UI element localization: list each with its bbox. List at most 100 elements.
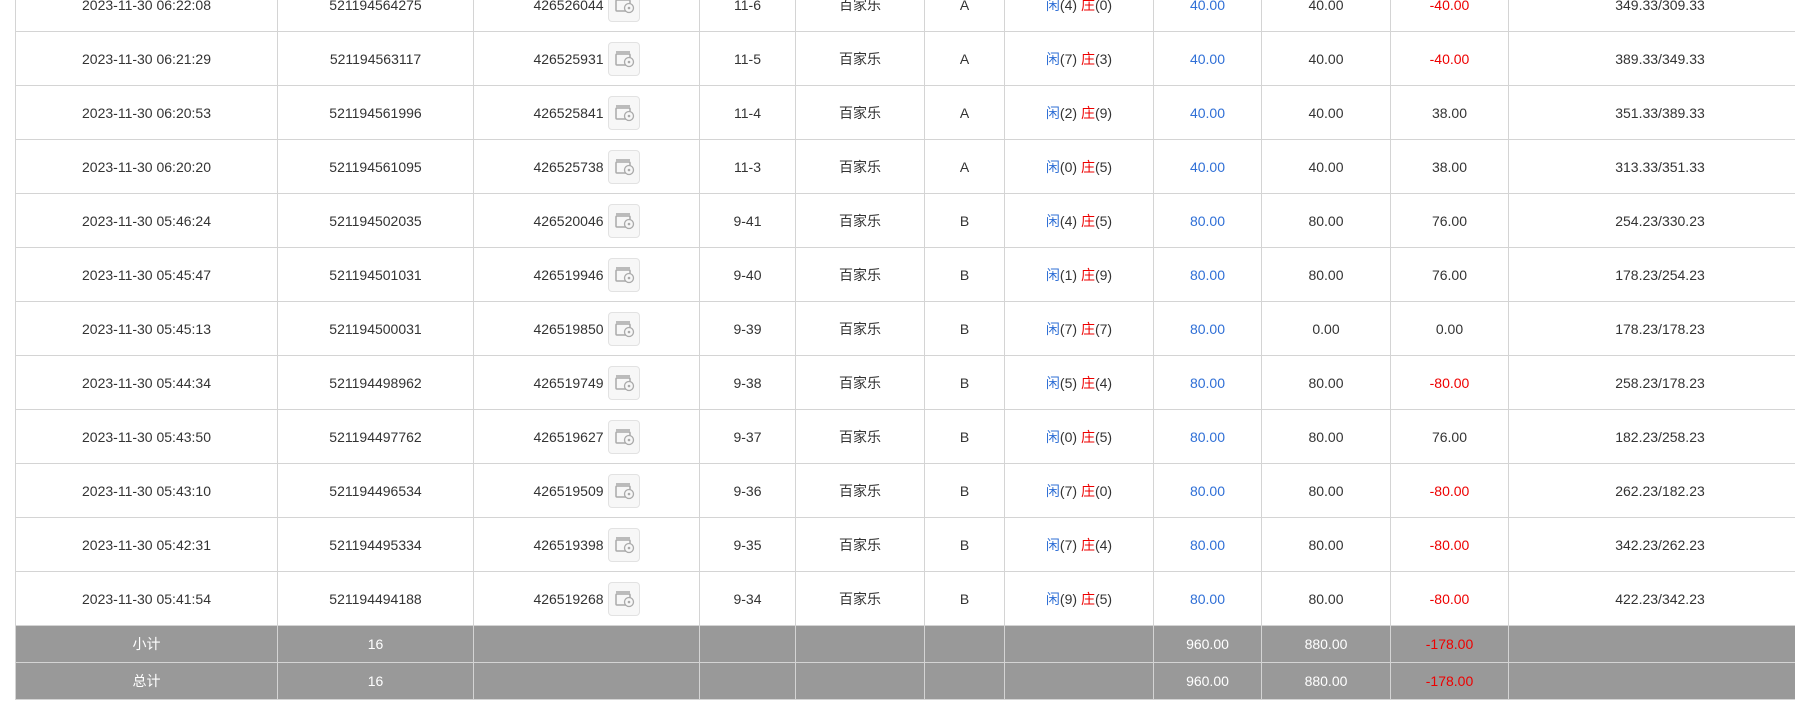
table-row: 2023-11-30 05:43:10 521194496534 426519509…: [15, 463, 1795, 518]
round-number: 426526044: [533, 0, 604, 13]
game-name: 百家乐: [795, 409, 925, 464]
video-replay-icon[interactable]: [607, 473, 640, 508]
video-replay-icon[interactable]: [607, 203, 640, 238]
round-cell: 426519398: [473, 517, 700, 572]
shoe-number: 9-39: [699, 301, 796, 356]
shoe-number: 9-35: [699, 517, 796, 572]
player-points: (2): [1059, 104, 1078, 121]
round-number: 426525931: [533, 50, 604, 67]
table-code: A: [924, 31, 1005, 86]
valid-bet: 80.00: [1261, 409, 1391, 464]
video-replay-icon[interactable]: [607, 257, 640, 292]
balance-change: 182.23/258.23: [1508, 409, 1795, 464]
result-cell: 闲(5) 庄(4): [1004, 355, 1154, 410]
round-cell: 426525738: [473, 139, 700, 194]
player-label: 闲: [1045, 50, 1060, 67]
table-row: 2023-11-30 05:42:31 521194495334 426519398…: [15, 517, 1795, 572]
subtotal-bet: 960.00: [1153, 625, 1262, 663]
player-label: 闲: [1045, 590, 1060, 607]
banker-points: (5): [1094, 212, 1113, 229]
video-replay-icon[interactable]: [607, 365, 640, 400]
video-replay-icon[interactable]: [607, 0, 640, 22]
valid-bet: 80.00: [1261, 247, 1391, 302]
round-number: 426519850: [533, 320, 604, 337]
win-loss: 76.00: [1390, 409, 1509, 464]
table-code: B: [924, 463, 1005, 518]
shoe-number: 9-37: [699, 409, 796, 464]
table-row: 2023-11-30 05:41:54 521194494188 426519268…: [15, 571, 1795, 626]
player-points: (5): [1059, 374, 1078, 391]
order-number: 521194498962: [277, 355, 474, 410]
subtotal-count: 16: [277, 625, 474, 663]
bet-amount: 80.00: [1153, 193, 1262, 248]
order-number: 521194563117: [277, 31, 474, 86]
player-points: (0): [1059, 158, 1078, 175]
video-replay-icon[interactable]: [607, 41, 640, 76]
table-row: 2023-11-30 05:43:50 521194497762 426519627…: [15, 409, 1795, 464]
game-name: 百家乐: [795, 517, 925, 572]
banker-label: 庄: [1080, 266, 1095, 283]
player-points: (1): [1059, 266, 1078, 283]
table-row: 2023-11-30 06:20:53 521194561996 426525841…: [15, 85, 1795, 140]
player-label: 闲: [1045, 0, 1060, 13]
game-name: 百家乐: [795, 571, 925, 626]
bet-amount: 80.00: [1153, 409, 1262, 464]
empty-cell: [924, 662, 1005, 700]
round-number: 426525841: [533, 104, 604, 121]
order-number: 521194502035: [277, 193, 474, 248]
video-replay-icon[interactable]: [607, 149, 640, 184]
table-code: A: [924, 139, 1005, 194]
banker-label: 庄: [1080, 590, 1095, 607]
bet-records-table: 2023-11-30 06:22:08 521194564275 426526044…: [15, 0, 1795, 700]
player-points: (7): [1059, 320, 1078, 337]
total-count: 16: [277, 662, 474, 700]
table-code: B: [924, 247, 1005, 302]
result-cell: 闲(7) 庄(4): [1004, 517, 1154, 572]
video-replay-icon[interactable]: [607, 527, 640, 562]
video-replay-icon[interactable]: [607, 581, 640, 616]
bet-time: 2023-11-30 05:45:13: [15, 301, 278, 356]
empty-cell: [473, 662, 700, 700]
order-number: 521194494188: [277, 571, 474, 626]
valid-bet: 80.00: [1261, 193, 1391, 248]
banker-label: 庄: [1080, 428, 1095, 445]
result-cell: 闲(7) 庄(0): [1004, 463, 1154, 518]
banker-points: (0): [1094, 0, 1113, 13]
bet-amount: 40.00: [1153, 85, 1262, 140]
round-cell: 426519946: [473, 247, 700, 302]
subtotal-valid: 880.00: [1261, 625, 1391, 663]
banker-points: (3): [1094, 50, 1113, 67]
video-replay-icon[interactable]: [607, 95, 640, 130]
bet-time: 2023-11-30 06:20:53: [15, 85, 278, 140]
valid-bet: 80.00: [1261, 463, 1391, 518]
total-valid: 880.00: [1261, 662, 1391, 700]
round-cell: 426519850: [473, 301, 700, 356]
empty-cell: [1508, 662, 1795, 700]
bet-amount: 80.00: [1153, 571, 1262, 626]
empty-cell: [699, 625, 796, 663]
game-name: 百家乐: [795, 193, 925, 248]
banker-label: 庄: [1080, 374, 1095, 391]
bet-amount: 40.00: [1153, 31, 1262, 86]
bet-time: 2023-11-30 06:22:08: [15, 0, 278, 32]
empty-cell: [1508, 625, 1795, 663]
game-name: 百家乐: [795, 463, 925, 518]
order-number: 521194500031: [277, 301, 474, 356]
shoe-number: 9-38: [699, 355, 796, 410]
valid-bet: 40.00: [1261, 0, 1391, 32]
bet-amount: 40.00: [1153, 139, 1262, 194]
order-number: 521194564275: [277, 0, 474, 32]
order-number: 521194496534: [277, 463, 474, 518]
round-cell: 426519268: [473, 571, 700, 626]
shoe-number: 11-5: [699, 31, 796, 86]
win-loss: 38.00: [1390, 85, 1509, 140]
video-replay-icon[interactable]: [607, 419, 640, 454]
bet-amount: 80.00: [1153, 247, 1262, 302]
video-replay-icon[interactable]: [607, 311, 640, 346]
player-points: (4): [1059, 0, 1078, 13]
result-cell: 闲(2) 庄(9): [1004, 85, 1154, 140]
table-row: 2023-11-30 06:21:29 521194563117 426525931…: [15, 31, 1795, 86]
player-label: 闲: [1045, 266, 1060, 283]
table-row: 2023-11-30 06:20:20 521194561095 426525738…: [15, 139, 1795, 194]
win-loss: -80.00: [1390, 355, 1509, 410]
